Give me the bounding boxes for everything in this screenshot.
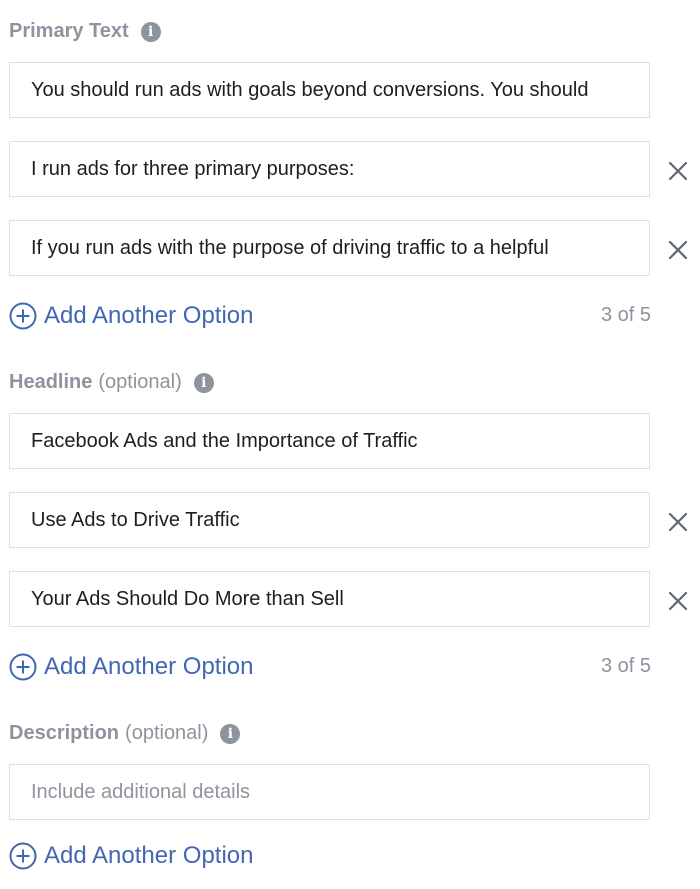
add-option-label: Add Another Option: [44, 302, 254, 329]
headline-optional-text: (optional): [98, 371, 182, 393]
headline-field-2[interactable]: Use Ads to Drive Traffic: [9, 492, 650, 548]
description-optional-text: (optional): [125, 722, 209, 744]
headline-label: Headline (optional) i: [9, 371, 214, 394]
close-icon[interactable]: [666, 589, 690, 613]
primary-text-add-option-button[interactable]: Add Another Option: [9, 302, 253, 330]
plus-circle-icon: [9, 842, 37, 870]
description-field[interactable]: Include additional details: [9, 764, 650, 820]
description-add-option-button[interactable]: Add Another Option: [9, 842, 253, 870]
primary-text-field-2[interactable]: I run ads for three primary purposes:: [9, 141, 650, 197]
close-icon[interactable]: [666, 159, 690, 183]
headline-label-text: Headline: [9, 371, 93, 393]
primary-text-field-3[interactable]: If you run ads with the purpose of drivi…: [9, 220, 650, 276]
headline-field-1[interactable]: Facebook Ads and the Importance of Traff…: [9, 413, 650, 469]
description-label-text: Description: [9, 722, 120, 744]
info-icon[interactable]: i: [140, 21, 161, 42]
headline-field-3[interactable]: Your Ads Should Do More than Sell: [9, 571, 650, 627]
plus-circle-icon: [9, 653, 37, 681]
primary-text-field-1[interactable]: You should run ads with goals beyond con…: [9, 62, 650, 118]
close-icon[interactable]: [666, 238, 690, 262]
info-icon[interactable]: i: [193, 372, 214, 393]
headline-option-count: 3 of 5: [600, 655, 651, 677]
add-option-label: Add Another Option: [44, 842, 254, 869]
primary-text-option-count: 3 of 5: [600, 304, 651, 326]
primary-text-label: Primary Text i: [9, 20, 161, 43]
add-option-label: Add Another Option: [44, 653, 254, 680]
info-icon[interactable]: i: [220, 723, 241, 744]
close-icon[interactable]: [666, 510, 690, 534]
plus-circle-icon: [9, 302, 37, 330]
primary-text-label-text: Primary Text: [9, 20, 129, 42]
headline-add-option-button[interactable]: Add Another Option: [9, 653, 253, 681]
description-label: Description (optional) i: [9, 722, 241, 745]
